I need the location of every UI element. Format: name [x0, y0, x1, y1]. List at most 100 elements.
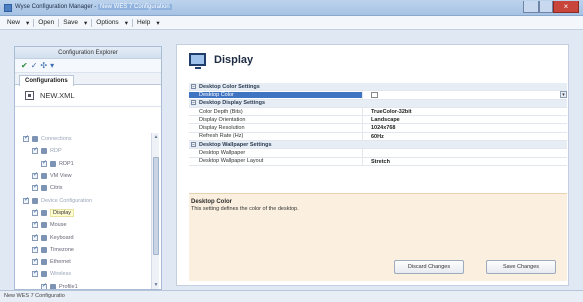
tree-item[interactable]: Ethernet: [15, 256, 149, 268]
scroll-thumb[interactable]: [153, 157, 159, 255]
save-changes-button[interactable]: Save Changes: [486, 260, 556, 274]
group-label: Desktop Color Settings: [199, 83, 260, 90]
chevron-down-icon[interactable]: ▾: [50, 61, 54, 71]
tree-item[interactable]: Connections: [15, 133, 149, 145]
tree-item[interactable]: VM View: [15, 170, 149, 182]
check-icon[interactable]: ✔: [21, 61, 28, 71]
tree-item-label: Display: [50, 208, 75, 217]
tree-node-icon: [41, 234, 47, 241]
tree-item-label: Timezone: [50, 246, 74, 253]
scroll-up-icon[interactable]: ▲: [152, 134, 160, 140]
tree-item[interactable]: Display: [15, 207, 149, 219]
tree-item-label: Keyboard: [50, 234, 74, 241]
row-desktop-color[interactable]: Desktop Color ▾: [189, 91, 567, 100]
checkbox[interactable]: [23, 196, 29, 204]
checkbox[interactable]: [32, 220, 38, 229]
chevron-down-icon[interactable]: ▾: [153, 19, 162, 27]
menu-open[interactable]: Open: [35, 19, 57, 26]
menu-new[interactable]: New: [4, 19, 23, 26]
tree-item[interactable]: Device Configuration: [15, 194, 149, 206]
tree-expand-icon[interactable]: ✣: [40, 61, 47, 71]
tree-item[interactable]: Wireless: [15, 268, 149, 280]
menu-options[interactable]: Options: [93, 19, 121, 26]
config-file-entry[interactable]: NEW.XML: [15, 85, 161, 107]
property-row[interactable]: Desktop Wallpaper Layout Stretch: [189, 157, 567, 166]
dropdown-arrow-icon[interactable]: ▾: [560, 91, 567, 99]
scroll-down-icon[interactable]: ▼: [152, 282, 160, 288]
group-wallpaper-settings[interactable]: − Desktop Wallpaper Settings: [189, 141, 567, 150]
checkbox[interactable]: [32, 245, 38, 253]
menu-help[interactable]: Help: [134, 19, 153, 26]
tree-node-icon: [32, 197, 38, 204]
group-label: Desktop Display Settings: [199, 100, 266, 107]
checkbox[interactable]: [32, 269, 38, 278]
collapse-icon[interactable]: −: [191, 83, 196, 89]
tree-item-label: Profile1: [59, 283, 78, 289]
tree-node-icon: [32, 136, 38, 143]
check-outline-icon[interactable]: ✓: [31, 61, 38, 71]
app-icon: [4, 4, 12, 12]
tree-item-label: Wireless: [50, 271, 72, 278]
checkbox[interactable]: [32, 257, 38, 266]
checkbox[interactable]: [32, 146, 38, 155]
color-value[interactable]: [362, 91, 567, 99]
chevron-down-icon[interactable]: ▾: [23, 19, 32, 27]
menu-save[interactable]: Save: [60, 19, 81, 26]
page-header: Display: [189, 53, 253, 69]
checkbox[interactable]: [32, 171, 38, 180]
property-row[interactable]: Color Depth (Bits) TrueColor-32bit: [189, 107, 567, 117]
checkbox[interactable]: [32, 183, 38, 192]
tree-item[interactable]: RDP1: [15, 158, 149, 170]
checkbox[interactable]: [32, 233, 38, 241]
chevron-down-icon[interactable]: ▾: [122, 19, 131, 27]
row-key: Desktop Wallpaper Layout: [199, 158, 264, 165]
property-grid: − Desktop Color Settings Desktop Color ▾ …: [189, 83, 567, 166]
tree-scrollbar[interactable]: ▲ ▼: [151, 133, 159, 289]
row-value[interactable]: Landscape: [362, 116, 567, 124]
maximize-button[interactable]: [539, 1, 553, 13]
discard-changes-button[interactable]: Discard Changes: [394, 260, 464, 274]
tree-item[interactable]: Mouse: [15, 219, 149, 231]
row-value[interactable]: [362, 149, 567, 157]
group-display-settings[interactable]: − Desktop Display Settings: [189, 99, 567, 108]
window-controls: ×: [523, 1, 579, 13]
property-row[interactable]: Desktop Wallpaper: [189, 149, 567, 158]
checkbox[interactable]: [23, 134, 29, 143]
property-row[interactable]: Display Resolution 1024x768: [189, 124, 567, 133]
tree-item[interactable]: Profile1: [15, 281, 149, 289]
collapse-icon[interactable]: −: [191, 100, 196, 106]
row-key: Desktop Wallpaper: [199, 150, 246, 157]
tree-item[interactable]: Timezone: [15, 244, 149, 256]
tree-node-icon: [41, 148, 47, 155]
tab-configurations[interactable]: Configurations: [19, 75, 74, 86]
tree-node-icon: [41, 259, 47, 266]
description-title: Desktop Color: [191, 199, 233, 205]
tree-item[interactable]: Citrix: [15, 182, 149, 194]
checkbox[interactable]: [41, 282, 47, 289]
tree-item[interactable]: Keyboard: [15, 231, 149, 243]
collapse-icon[interactable]: −: [191, 141, 196, 147]
row-value[interactable]: 1024x768: [362, 124, 567, 132]
group-desktop-color[interactable]: − Desktop Color Settings: [189, 83, 567, 92]
checkbox[interactable]: [41, 159, 47, 167]
chevron-down-icon[interactable]: ▾: [81, 19, 90, 27]
menu-bar: New ▾ Open Save ▾ Options ▾ Help ▾: [0, 16, 583, 30]
status-bar: New WES 7 Configuratio: [0, 290, 583, 302]
row-value[interactable]: 60Hz: [362, 132, 567, 141]
explorer-title: Configuration Explorer: [15, 47, 161, 59]
tree-item-label: RDP: [50, 148, 62, 155]
tree-item-label: VM View: [50, 173, 72, 180]
checkbox[interactable]: [32, 208, 38, 216]
row-value[interactable]: TrueColor-32bit: [362, 107, 567, 116]
property-row[interactable]: Refresh Rate (Hz) 60Hz: [189, 132, 567, 142]
tree-item[interactable]: RDP: [15, 145, 149, 157]
minimize-button[interactable]: [523, 1, 539, 13]
tree-item-label: Citrix: [50, 185, 63, 192]
row-value[interactable]: Stretch: [362, 157, 567, 165]
close-button[interactable]: ×: [553, 1, 579, 13]
document-title: New WES 7 Configuration: [97, 4, 172, 10]
color-swatch[interactable]: [371, 91, 378, 98]
menu-separator: [58, 18, 60, 27]
tree-item-label: RDP1: [59, 160, 74, 167]
property-row[interactable]: Display Orientation Landscape: [189, 116, 567, 125]
